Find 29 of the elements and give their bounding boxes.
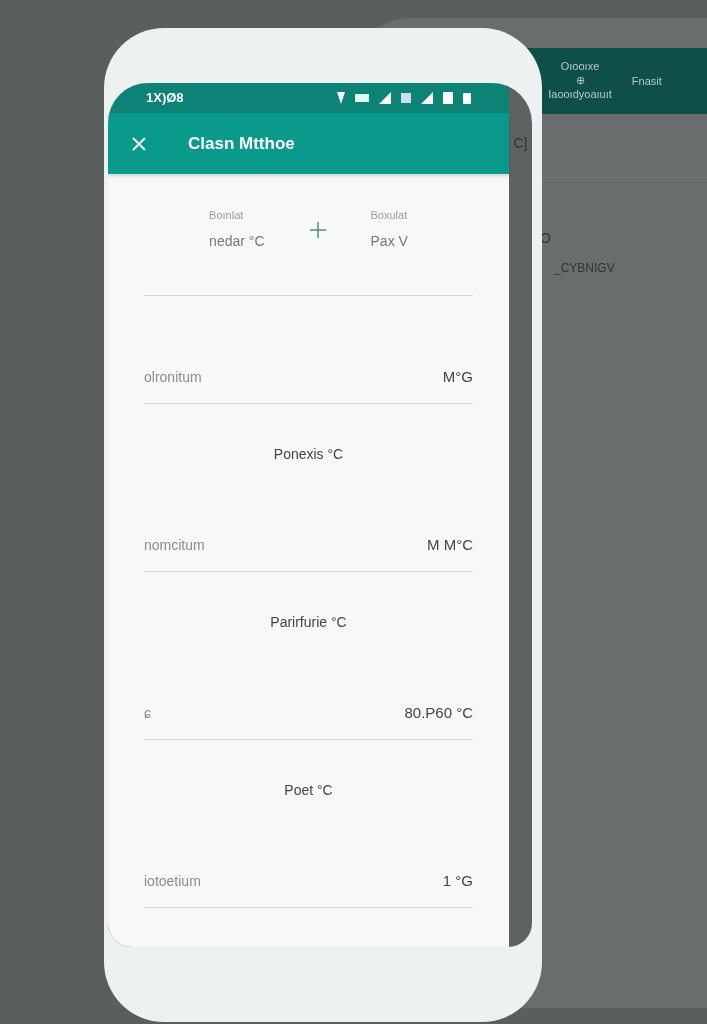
- value-row[interactable]: olronitum M°G: [144, 356, 473, 404]
- summary-label: Boınlat: [209, 207, 245, 223]
- summary-value: Pax V: [370, 232, 408, 252]
- value-row[interactable]: nomcitum M M°C: [144, 524, 473, 572]
- app-title: Clasn Mtthoe: [188, 132, 295, 155]
- section-header: Parirfurie °C: [270, 612, 347, 632]
- row-label: iotoetium: [144, 872, 201, 891]
- row-label: ɕ: [144, 704, 151, 723]
- summary-value: nedar °C: [209, 232, 265, 252]
- row-label: olronitum: [144, 368, 202, 387]
- header-label: ⊕: [575, 74, 585, 88]
- header-label: Fnasit: [631, 73, 662, 89]
- value-row[interactable]: iotoetium 1 °G: [144, 860, 473, 908]
- status-time: 1X)Ø8: [146, 89, 184, 108]
- back-text: _CYBNIGV: [553, 260, 616, 277]
- row-value: M M°C: [427, 535, 473, 556]
- header-label: Iaooıdyoaıuıt: [548, 87, 612, 102]
- header-label: Oıooıxe: [560, 60, 600, 75]
- signal-icon: [421, 92, 433, 104]
- value-row[interactable]: ɕ 80.P60 °C: [144, 692, 473, 740]
- signal-icon: [379, 92, 391, 104]
- section-header: Ponexis °C: [273, 444, 344, 464]
- battery-icon: [463, 92, 471, 104]
- row-value: 1 °G: [442, 871, 473, 892]
- section-header: Poet °C: [284, 780, 333, 800]
- summary-label: Boxulat: [370, 207, 408, 223]
- row-value: 80.P60 °C: [404, 703, 473, 724]
- row-value: M°G: [442, 367, 473, 388]
- row-label: nomcitum: [144, 536, 205, 555]
